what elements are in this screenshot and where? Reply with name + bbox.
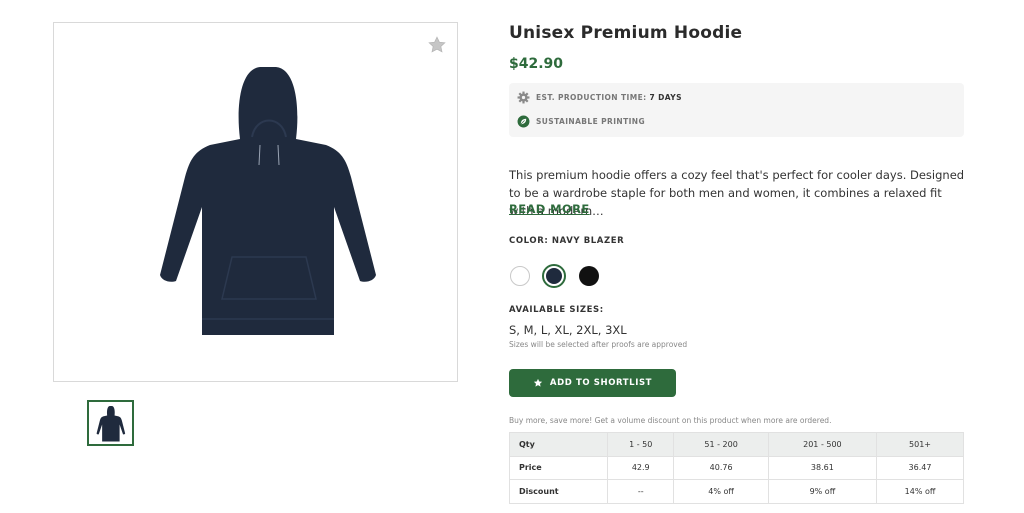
table-cell: 38.61 [767,455,878,480]
volume-discount-note: Buy more, save more! Get a volume discou… [509,416,832,425]
header-cell: 51 - 200 [673,432,769,457]
hoodie-image [160,67,376,335]
table-cell: 36.47 [876,455,964,480]
table-cell: 4% off [673,479,769,504]
color-swatch-white[interactable] [508,264,532,288]
product-title: Unisex Premium Hoodie [509,23,743,43]
production-time-value: 7 DAYS [649,93,682,102]
table-cell: 9% off [767,479,878,504]
sizes-value: S, M, L, XL, 2XL, 3XL [509,323,627,337]
sizes-note: Sizes will be selected after proofs are … [509,340,688,349]
hoodie-thumbnail-image [96,406,126,442]
production-time-row: EST. PRODUCTION TIME: 7 DAYS [517,91,682,104]
swatch-dot [510,266,530,286]
read-more-link[interactable]: READ MORE [509,202,590,216]
table-cell: 14% off [876,479,964,504]
add-to-shortlist-button[interactable]: ADD TO SHORTLIST [509,369,676,397]
product-info-box: EST. PRODUCTION TIME: 7 DAYS SUSTAINABLE… [509,83,964,137]
header-cell: 201 - 500 [767,432,878,457]
add-to-shortlist-label: ADD TO SHORTLIST [549,378,653,388]
production-time-label: EST. PRODUCTION TIME: [536,93,647,102]
table-row-discount: Discount -- 4% off 9% off 14% off [509,479,964,504]
leaf-icon [517,115,530,128]
favorite-star-icon[interactable] [427,35,447,55]
table-row-price: Price 42.9 40.76 38.61 36.47 [509,455,964,480]
row-label-discount: Discount [509,479,608,504]
table-cell: 42.9 [606,455,675,480]
color-label: COLOR: NAVY BLAZER [509,236,625,246]
color-swatch-black[interactable] [577,264,601,288]
header-cell-qty: Qty [509,432,608,457]
product-main-image [53,22,458,382]
header-cell: 501+ [876,432,964,457]
swatch-dot [579,266,599,286]
star-icon [533,378,543,387]
header-cell: 1 - 50 [606,432,675,457]
table-cell: 40.76 [673,455,769,480]
gear-icon [517,91,530,104]
table-header-row: Qty 1 - 50 51 - 200 201 - 500 501+ [509,432,964,457]
sizes-label: AVAILABLE SIZES: [509,305,604,315]
table-cell: -- [606,479,675,504]
color-swatch-navy-blazer[interactable] [542,264,566,288]
sustainable-printing-row: SUSTAINABLE PRINTING [517,115,645,128]
product-price: $42.90 [509,56,564,72]
sustainable-printing-label: SUSTAINABLE PRINTING [536,117,646,126]
product-thumbnail[interactable] [87,400,134,446]
row-label-price: Price [509,455,608,480]
swatch-dot [546,268,562,284]
volume-pricing-table: Qty 1 - 50 51 - 200 201 - 500 501+ Price… [509,432,964,504]
